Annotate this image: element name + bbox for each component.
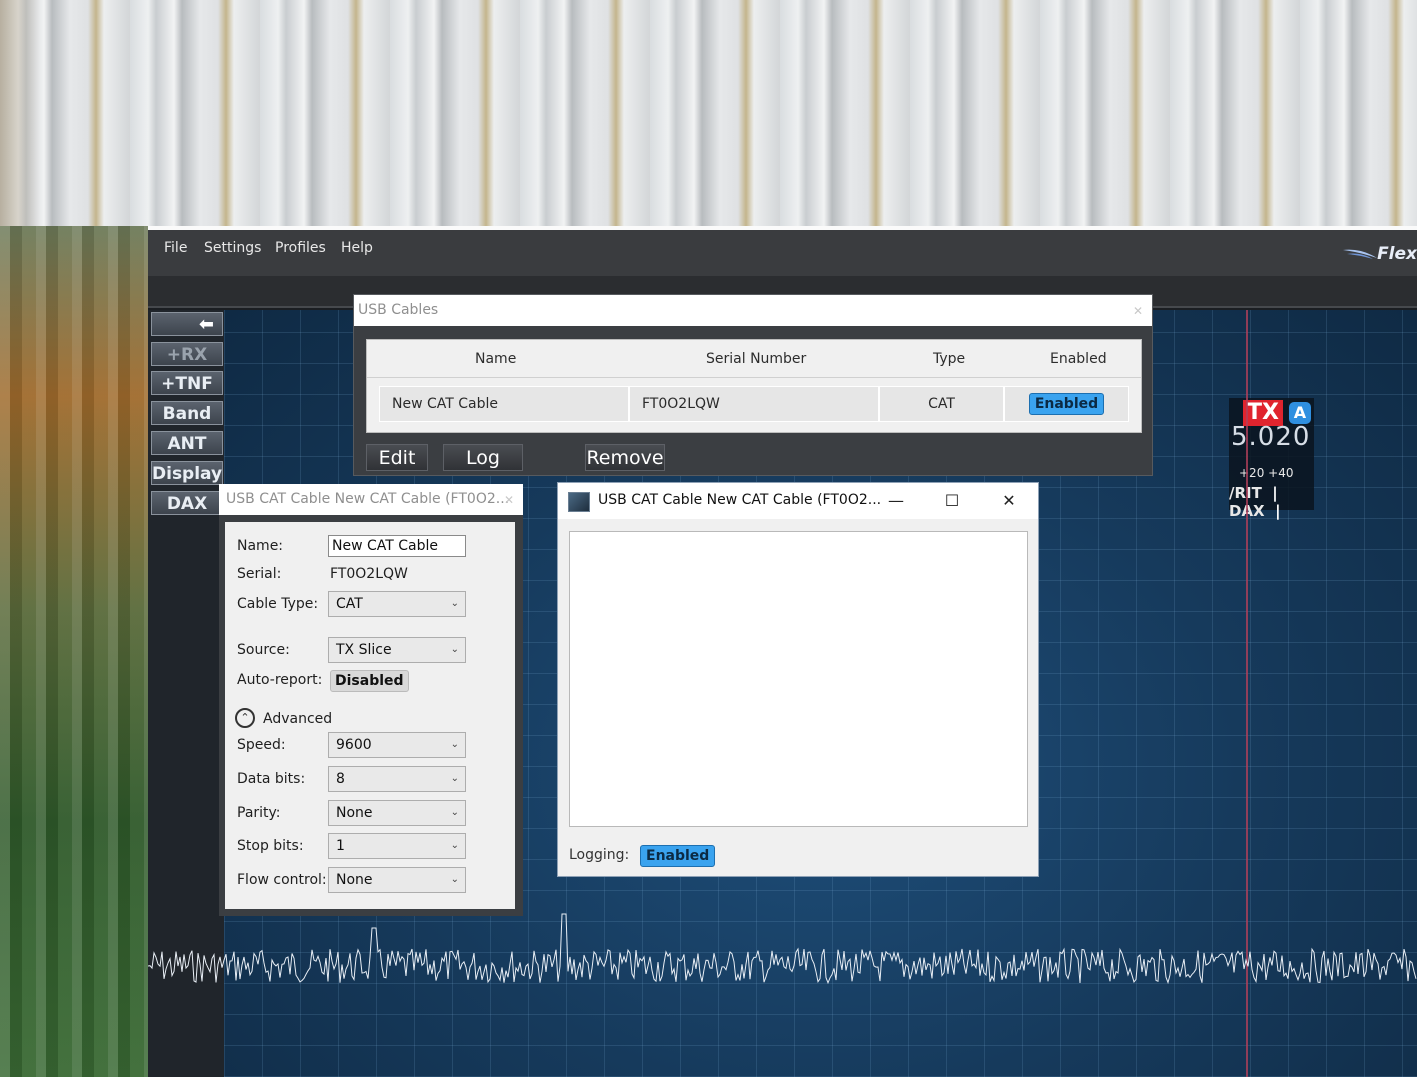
usb-cables-titlebar[interactable]: USB Cables ✕ (354, 295, 1152, 326)
flow-control-value: None (336, 872, 373, 888)
slice-frequency[interactable]: 5.020 (1231, 422, 1310, 452)
minimize-icon[interactable]: — (876, 489, 916, 513)
slice-rit-dax: /RIT | DAX | (1229, 484, 1314, 520)
source-select[interactable]: TX Slice ⌄ (328, 637, 466, 663)
cell-enabled: Enabled (1004, 386, 1129, 422)
cell-type: CAT (879, 386, 1004, 422)
cable-editor-window: USB CAT Cable New CAT Cable (FT0O2... ✕ … (219, 484, 523, 916)
brand-swoosh-icon (1343, 249, 1377, 259)
close-icon[interactable]: ✕ (499, 490, 519, 510)
name-field[interactable]: New CAT Cable (328, 535, 466, 557)
collapse-button[interactable]: ⬅ (151, 312, 223, 336)
stop-bits-label: Stop bits: (237, 838, 304, 854)
source-label: Source: (237, 642, 290, 658)
add-rx-button[interactable]: +RX (151, 342, 223, 366)
close-icon[interactable]: ✕ (1128, 301, 1148, 321)
menu-settings[interactable]: Settings (204, 240, 261, 256)
stop-bits-value: 1 (336, 838, 345, 854)
desktop-wallpaper-forest (0, 226, 150, 1077)
chevron-down-icon: ⌄ (450, 807, 459, 818)
edit-button[interactable]: Edit (366, 444, 428, 471)
column-header-type[interactable]: Type (933, 351, 965, 367)
ant-button[interactable]: ANT (151, 431, 223, 455)
serial-value: FT0O2LQW (330, 566, 408, 582)
logging-label: Logging: (569, 847, 630, 863)
usb-cables-table: Name Serial Number Type Enabled New CAT … (366, 339, 1142, 433)
display-button[interactable]: Display (151, 461, 223, 485)
log-text-area[interactable] (569, 531, 1028, 827)
column-header-enabled[interactable]: Enabled (1050, 351, 1107, 367)
menu-file[interactable]: File (164, 240, 187, 256)
enabled-toggle[interactable]: Enabled (1028, 393, 1105, 415)
stop-bits-select[interactable]: 1 ⌄ (328, 833, 466, 859)
flow-control-label: Flow control: (237, 872, 327, 888)
parity-label: Parity: (237, 805, 281, 821)
cell-name: New CAT Cable (379, 386, 629, 422)
chevron-down-icon: ⌄ (450, 874, 459, 885)
cable-editor-title: USB CAT Cable New CAT Cable (FT0O2... (226, 491, 510, 507)
maximize-icon[interactable]: ☐ (932, 489, 972, 513)
app-icon (568, 492, 590, 512)
chevron-down-icon: ⌄ (450, 773, 459, 784)
cable-type-select[interactable]: CAT ⌄ (328, 591, 466, 617)
spectrum-trace (148, 913, 1417, 985)
dax-side-button[interactable]: DAX (151, 491, 223, 515)
parity-value: None (336, 805, 373, 821)
back-arrow-icon: ⬅ (198, 314, 214, 335)
usb-cables-window: USB Cables ✕ Name Serial Number Type Ena… (353, 294, 1153, 476)
cell-serial: FT0O2LQW (629, 386, 879, 422)
slice-letter-badge[interactable]: A (1289, 402, 1311, 424)
name-label: Name: (237, 538, 284, 554)
chevron-down-icon: ⌄ (450, 840, 459, 851)
speed-select[interactable]: 9600 ⌄ (328, 732, 466, 758)
cable-type-value: CAT (336, 596, 363, 612)
brand-logo-text: Flex (1377, 244, 1417, 264)
cable-log-window: USB CAT Cable New CAT Cable (FT0O2... — … (557, 482, 1039, 877)
menu-help[interactable]: Help (341, 240, 373, 256)
slice-flag: TX A 5.020 +20 +40 /RIT | DAX | (1229, 398, 1314, 520)
add-tnf-button[interactable]: +TNF (151, 371, 223, 395)
cable-editor-titlebar[interactable]: USB CAT Cable New CAT Cable (FT0O2... ✕ (219, 484, 523, 515)
table-header: Name Serial Number Type Enabled (367, 340, 1141, 378)
menu-profiles[interactable]: Profiles (275, 240, 326, 256)
advanced-label[interactable]: Advanced (263, 711, 332, 727)
data-bits-value: 8 (336, 771, 345, 787)
log-title: USB CAT Cable New CAT Cable (FT0O2... (598, 492, 882, 508)
table-row[interactable]: New CAT Cable FT0O2LQW CAT Enabled (379, 386, 1129, 422)
cable-type-label: Cable Type: (237, 596, 319, 612)
cable-editor-body: Name: New CAT Cable Serial: FT0O2LQW Cab… (225, 522, 515, 909)
column-header-name[interactable]: Name (475, 351, 516, 367)
data-bits-label: Data bits: (237, 771, 306, 787)
remove-button[interactable]: Remove (585, 444, 665, 471)
data-bits-select[interactable]: 8 ⌄ (328, 766, 466, 792)
log-titlebar[interactable]: USB CAT Cable New CAT Cable (FT0O2... — … (558, 483, 1038, 519)
speed-label: Speed: (237, 737, 286, 753)
column-header-serial[interactable]: Serial Number (706, 351, 806, 367)
chevron-down-icon: ⌄ (450, 739, 459, 750)
chevron-down-icon: ⌄ (450, 644, 459, 655)
flow-control-select[interactable]: None ⌄ (328, 867, 466, 893)
collapse-chevron-up-icon[interactable]: ⌃ (235, 708, 255, 728)
band-button[interactable]: Band (151, 401, 223, 425)
chevron-down-icon: ⌄ (450, 598, 459, 609)
usb-cables-title: USB Cables (358, 302, 439, 318)
spectrum-line (148, 913, 1417, 985)
auto-report-label: Auto-report: (237, 672, 323, 688)
logging-toggle[interactable]: Enabled (640, 845, 716, 867)
serial-label: Serial: (237, 566, 282, 582)
speed-value: 9600 (336, 737, 372, 753)
parity-select[interactable]: None ⌄ (328, 800, 466, 826)
auto-report-toggle[interactable]: Disabled (330, 670, 409, 692)
source-value: TX Slice (336, 642, 392, 658)
log-button[interactable]: Log (443, 444, 523, 471)
menu-bar: File Settings Profiles Help Flex (148, 230, 1417, 277)
close-icon[interactable]: ✕ (989, 489, 1029, 513)
